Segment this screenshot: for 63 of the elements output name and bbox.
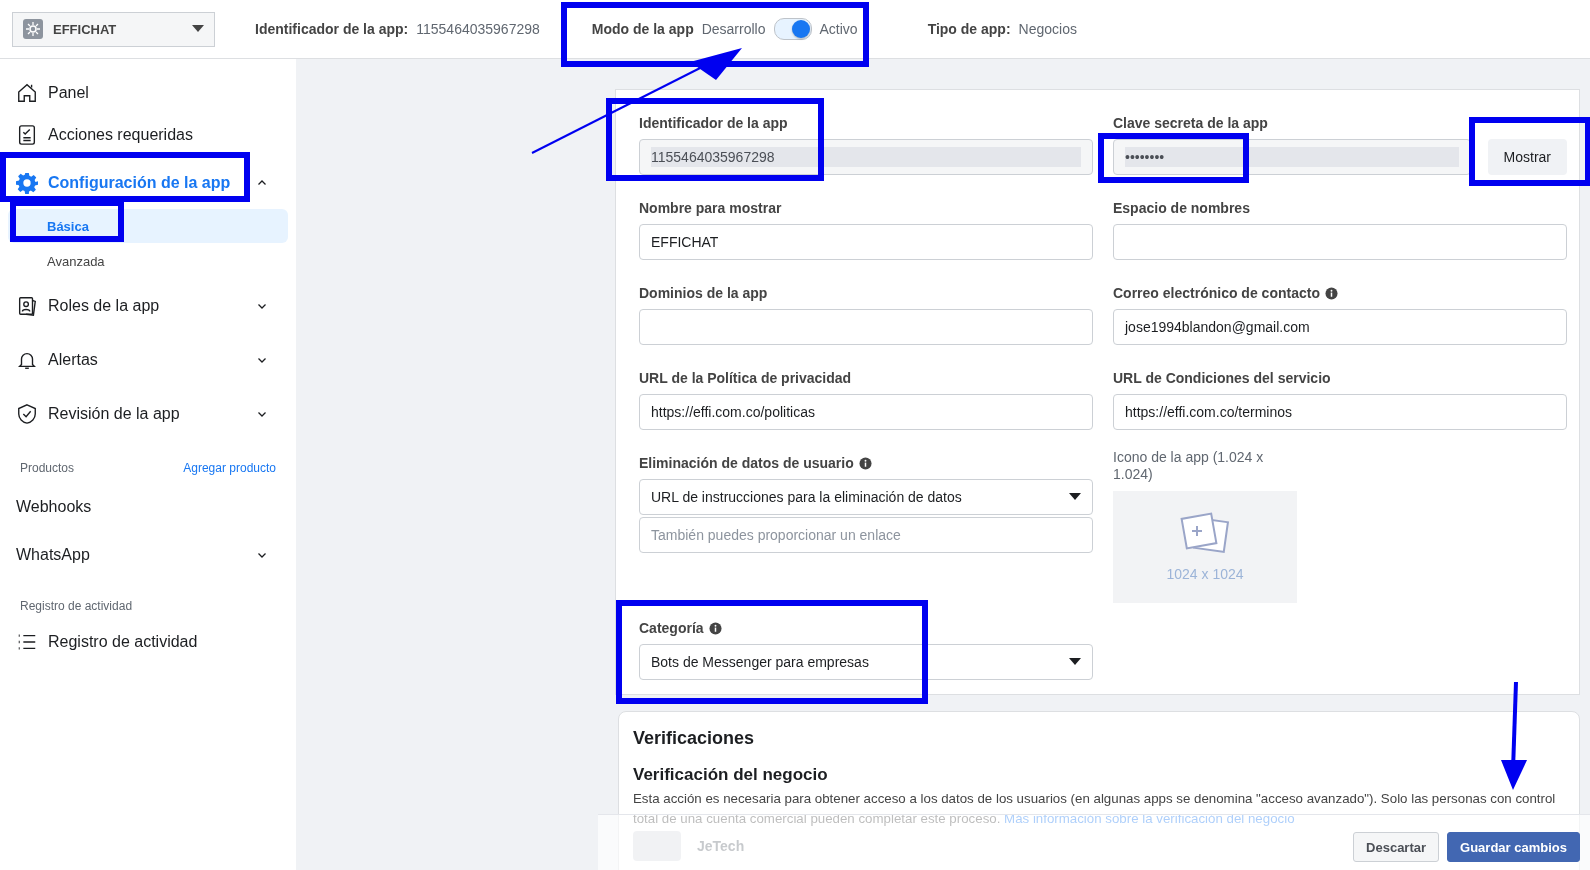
- mode-state-label: Activo: [819, 21, 858, 37]
- app-mode-value: Desarrollo: [701, 21, 766, 37]
- dropdown[interactable]: Bots de Messenger para empresas: [639, 644, 1093, 680]
- caret-icon: [192, 25, 204, 33]
- input-field[interactable]: 1155464035967298: [639, 139, 1093, 175]
- house-icon: [16, 82, 38, 104]
- discard-button[interactable]: Descartar: [1353, 832, 1440, 862]
- info-icon[interactable]: [708, 621, 722, 635]
- caret-icon: [1069, 493, 1081, 501]
- app-id-label: Identificador de la app:: [255, 21, 409, 37]
- input-field[interactable]: jose1994blandon@gmail.com: [1113, 309, 1567, 345]
- input-field[interactable]: https://effi.com.co/terminos: [1113, 394, 1567, 430]
- sidebar-item[interactable]: WhatsApp: [8, 531, 288, 579]
- field-label: Identificador de la app: [639, 115, 788, 131]
- field-label: Categoría: [639, 620, 704, 636]
- info-icon[interactable]: [858, 456, 872, 470]
- add-product-link[interactable]: Agregar producto: [183, 461, 276, 475]
- sidebar-item[interactable]: Revisión de la app: [8, 387, 288, 441]
- sidebar-item[interactable]: Webhooks: [8, 483, 288, 531]
- field-label: Dominios de la app: [639, 285, 768, 301]
- sidebar-item[interactable]: Configuración de la app: [8, 158, 288, 208]
- sidebar-item[interactable]: Panel: [8, 72, 288, 114]
- shield-check-icon: [16, 403, 38, 425]
- sidebar-item[interactable]: Registro de actividad: [8, 621, 288, 663]
- sidebar-item[interactable]: Roles de la app: [8, 279, 288, 333]
- input-field[interactable]: [1113, 224, 1567, 260]
- caret-icon: [1069, 658, 1081, 666]
- save-button[interactable]: Guardar cambios: [1447, 832, 1580, 862]
- section-title: Verificaciones: [633, 728, 756, 749]
- field-label: URL de Condiciones del servicio: [1113, 370, 1331, 386]
- app-type-value: Negocios: [1018, 21, 1077, 37]
- app-mode-label: Modo de la app: [591, 21, 694, 37]
- business-name: JeTech: [697, 838, 745, 854]
- field-label: Icono de la app (1.024 x 1.024): [1113, 449, 1265, 483]
- app-selector[interactable]: EFFICHAT: [12, 11, 215, 47]
- app-id-value: 1155464035967298: [416, 21, 540, 37]
- input-field[interactable]: https://effi.com.co/politicas: [639, 394, 1093, 430]
- field-label: Eliminación de datos de usuario: [639, 455, 854, 471]
- mode-toggle[interactable]: [773, 18, 812, 40]
- show-button[interactable]: Mostrar: [1487, 139, 1567, 175]
- field-label: Nombre para mostrar: [639, 200, 782, 216]
- section-heading: Registro de actividad: [20, 599, 133, 613]
- field-label: Clave secreta de la app: [1113, 115, 1268, 131]
- image-size-text: 1024 x 1024: [1166, 566, 1244, 582]
- sidebar-item[interactable]: Alertas: [8, 333, 288, 387]
- field-label: Espacio de nombres: [1113, 200, 1250, 216]
- list-icon: [16, 631, 38, 653]
- info-icon[interactable]: [1324, 286, 1338, 300]
- app-logo-icon: [23, 19, 43, 39]
- field-label: URL de la Política de privacidad: [639, 370, 852, 386]
- app-type-label: Tipo de app:: [927, 21, 1011, 37]
- input-field[interactable]: EFFICHAT: [639, 224, 1093, 260]
- checklist-icon: [16, 124, 38, 146]
- dropdown[interactable]: URL de instrucciones para la eliminación de datos: [639, 479, 1093, 515]
- input-field[interactable]: [639, 309, 1093, 345]
- sidebar-item[interactable]: Acciones requeridas: [8, 114, 288, 156]
- id-badge-icon: [16, 295, 38, 317]
- input-field[interactable]: ••••••••: [1113, 139, 1471, 175]
- field-label: Correo electrónico de contacto: [1113, 285, 1320, 301]
- section-subtitle: Verificación del negocio: [633, 765, 829, 785]
- sidebar-subitem[interactable]: Avanzada: [8, 244, 288, 278]
- section-heading: Productos: [20, 461, 75, 475]
- gear-icon: [16, 172, 38, 194]
